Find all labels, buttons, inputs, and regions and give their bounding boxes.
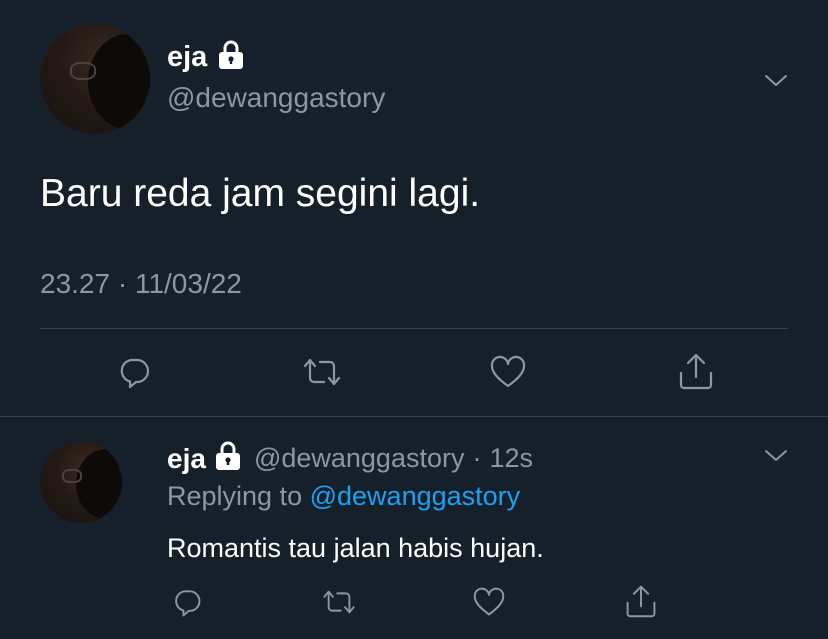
reply-button[interactable] (168, 583, 206, 621)
divider (40, 328, 788, 329)
tweet-text: Romantis tau jalan habis hujan. (167, 533, 544, 563)
retweet-button[interactable] (298, 350, 346, 394)
chevron-down-icon[interactable] (760, 441, 792, 469)
like-button[interactable] (486, 350, 530, 394)
reply-icon (120, 358, 150, 389)
share-icon (626, 585, 656, 618)
lock-icon (217, 40, 245, 75)
replying-to-label: Replying to (167, 481, 303, 511)
avatar[interactable] (40, 24, 150, 134)
tweet-text: Baru reda jam segini lagi. (40, 172, 481, 215)
chevron-down-icon[interactable] (760, 64, 792, 96)
replying-to-handle[interactable]: @dewanggastory (310, 481, 521, 511)
display-name[interactable]: eja (167, 41, 207, 74)
avatar[interactable] (40, 441, 122, 523)
reply-tweet: eja @dewanggastory · 12s Replying to @de… (0, 417, 828, 639)
like-icon (473, 587, 505, 616)
lock-icon (214, 441, 242, 476)
reply-button[interactable] (112, 350, 156, 394)
like-icon (490, 355, 526, 388)
handle[interactable]: @dewanggastory (167, 82, 385, 114)
like-button[interactable] (470, 583, 508, 621)
tweet-timestamp[interactable]: 23.27 · 11/03/22 (40, 268, 242, 300)
tweet-age[interactable]: 12s (489, 443, 533, 474)
share-icon (679, 353, 713, 390)
handle[interactable]: @dewanggastory (254, 443, 465, 474)
display-name[interactable]: eja (167, 443, 206, 475)
reply-icon (175, 590, 201, 617)
separator-dot: · (472, 443, 482, 473)
retweet-button[interactable] (318, 583, 360, 621)
main-tweet: eja @dewanggastory Baru reda jam segini … (0, 0, 828, 416)
share-button[interactable] (622, 581, 660, 621)
retweet-icon (303, 358, 341, 386)
retweet-icon (323, 590, 355, 614)
share-button[interactable] (674, 348, 718, 394)
